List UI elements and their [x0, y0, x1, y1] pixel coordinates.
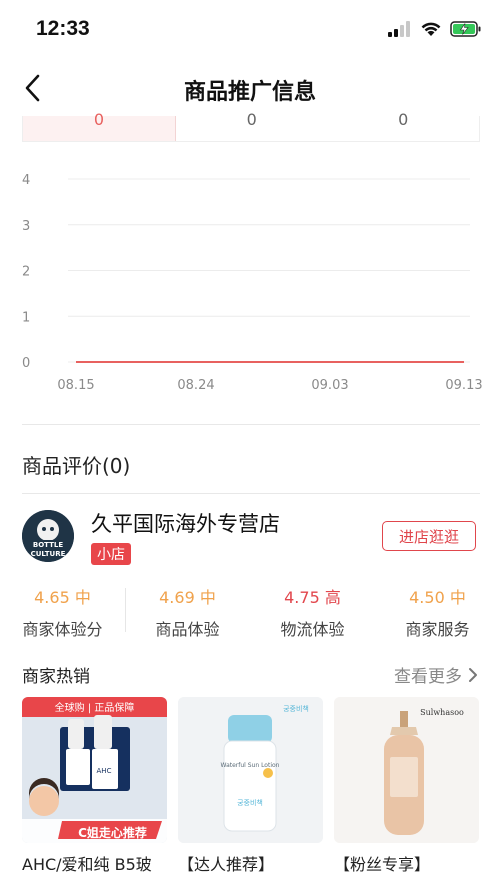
product-brand: Sulwhasoo — [420, 708, 464, 717]
y-tick-label: 0 — [22, 356, 30, 371]
stats-tab-1[interactable]: 0 — [23, 112, 176, 141]
product-card[interactable]: Waterful Sun Lotion 궁중비책 궁중비책 【达人推荐】 — [178, 697, 323, 875]
product-title: 【粉丝专享】 — [334, 855, 431, 874]
product-brand: AHC — [97, 767, 112, 775]
x-tick-label: 08.15 — [57, 378, 94, 393]
svg-text:CULTURE: CULTURE — [31, 550, 66, 558]
x-tick-label: 09.13 — [445, 378, 482, 393]
hot-sellers-title: 商家热销 — [22, 667, 90, 687]
score-logistics-experience: 4.75 高 物流体验 — [250, 584, 375, 639]
status-icons — [388, 18, 482, 40]
score-separator — [125, 588, 126, 632]
reviews-title: 商品评价(0) — [22, 454, 131, 478]
product-image: Sulwhasoo — [334, 697, 479, 843]
section-divider — [22, 424, 480, 425]
score-value: 4.69 中 — [159, 588, 216, 607]
score-merchant-experience: 4.65 中 商家体验分 — [0, 584, 125, 639]
visit-store-button[interactable]: 进店逛逛 — [382, 521, 476, 551]
product-name-en: Waterful Sun Lotion — [221, 762, 280, 769]
product-image-sulwhasoo: Sulwhasoo — [334, 697, 479, 843]
svg-text:BOTTLE: BOTTLE — [33, 541, 63, 549]
reviews-divider — [22, 493, 480, 494]
trend-chart: 0 1 2 3 4 08.15 08.24 09.03 09.13 — [0, 160, 500, 410]
nav-bar: 商品推广信息 — [0, 60, 500, 116]
product-title: AHC/爱和纯 B5玻 — [22, 855, 152, 874]
y-tick-label: 4 — [22, 173, 30, 188]
chevron-right-icon — [469, 667, 477, 682]
view-more-label: 查看更多 — [394, 667, 462, 687]
score-label: 商品体验 — [155, 620, 220, 639]
product-title: 【达人推荐】 — [178, 855, 275, 874]
product-brand: 궁중비책 — [237, 798, 263, 807]
score-label: 物流体验 — [280, 620, 345, 639]
y-tick-label: 1 — [22, 310, 30, 325]
score-label: 商家体验分 — [22, 620, 103, 639]
product-banner: 全球购 | 正品保障 — [54, 703, 135, 714]
product-promo: C姐走心推荐 — [78, 826, 147, 840]
product-image: AHC 全球购 | 正品保障 C姐走心推荐 — [22, 697, 167, 843]
status-time: 12:33 — [36, 17, 90, 40]
score-merchant-service: 4.50 中 商家服务 — [375, 584, 500, 639]
status-bar: 12:33 — [0, 0, 500, 60]
page-title: 商品推广信息 — [183, 80, 316, 105]
score-label: 商家服务 — [405, 620, 470, 639]
product-image-sun-lotion: Waterful Sun Lotion 궁중비책 궁중비책 — [178, 697, 323, 843]
shop-badge: 小店 — [91, 543, 131, 565]
score-value: 4.50 中 — [409, 588, 466, 607]
shop-scores: 4.65 中 商家体验分 4.69 中 商品体验 4.75 高 物流体验 4.5… — [0, 584, 500, 639]
product-card[interactable]: Sulwhasoo 【粉丝专享】 — [334, 697, 479, 875]
wifi-icon — [421, 22, 441, 36]
shop-name[interactable]: 久平国际海外专营店 — [91, 508, 280, 538]
x-tick-label: 08.24 — [177, 378, 214, 393]
x-tick-label: 09.03 — [311, 378, 348, 393]
product-image: Waterful Sun Lotion 궁중비책 궁중비책 — [178, 697, 323, 843]
cellular-signal-icon — [388, 21, 410, 37]
shop-logo-image: BOTTLE CULTURE — [22, 510, 74, 562]
trend-chart-svg: 0 1 2 3 4 08.15 08.24 09.03 09.13 — [22, 173, 483, 393]
stats-tab-3[interactable]: 0 — [328, 112, 480, 141]
score-product-experience: 4.69 中 商品体验 — [125, 584, 250, 639]
view-more-link[interactable]: 查看更多 — [394, 662, 478, 687]
battery-charging-icon — [450, 21, 481, 37]
stats-tab-strip: 0 0 0 — [22, 112, 480, 142]
score-value: 4.75 高 — [284, 588, 341, 607]
shop-logo[interactable]: BOTTLE CULTURE — [22, 510, 74, 562]
product-image-ahc: AHC — [22, 697, 167, 843]
product-card[interactable]: AHC 全球购 | 正品保障 C姐走心推荐 AHC/爱和纯 B5玻 — [22, 697, 167, 875]
product-list: AHC 全球购 | 正品保障 C姐走心推荐 AHC/爱和纯 B5玻 Waterf… — [22, 697, 480, 874]
stats-tab-2[interactable]: 0 — [176, 112, 328, 141]
score-value: 4.65 中 — [34, 588, 91, 607]
y-tick-label: 2 — [22, 265, 30, 280]
y-tick-label: 3 — [22, 219, 30, 234]
product-corner-brand: 궁중비책 — [283, 704, 309, 713]
